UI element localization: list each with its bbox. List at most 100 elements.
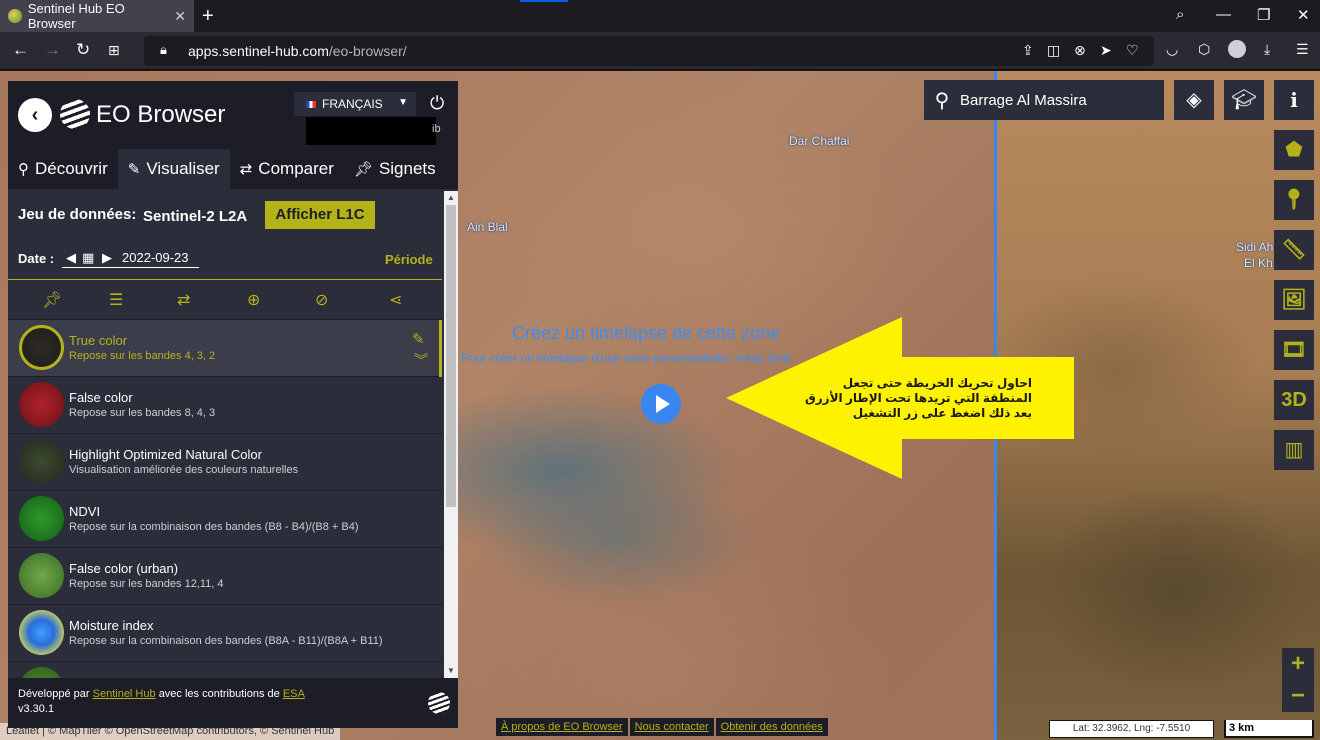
forward-arrow-icon[interactable]: →	[44, 40, 61, 60]
layer-scrollbar[interactable]: ▲ ▼	[444, 191, 458, 678]
url-bar[interactable]: 🔒︎ apps.sentinel-hub.com/eo-browser/ ⇪ ◫…	[144, 36, 1154, 66]
menu-icon[interactable]: ☰	[1296, 41, 1309, 58]
layer-name: NDVI	[69, 504, 101, 519]
calendar-icon[interactable]: ▦	[82, 250, 94, 266]
search-icon: ⚲	[18, 161, 29, 178]
pin-icon[interactable]: 📌︎	[42, 290, 62, 310]
place-marker-button[interactable]: 📍︎	[1274, 180, 1314, 220]
layer-thumbnail	[19, 496, 64, 541]
zoom-out-button[interactable]: −	[1282, 680, 1314, 712]
language-select[interactable]: FRANÇAIS ▼	[294, 92, 416, 116]
timelapse-button[interactable]: 🎞︎	[1274, 330, 1314, 370]
show-l1c-button[interactable]: Afficher L1C	[265, 201, 375, 229]
info-button[interactable]: i	[1274, 80, 1314, 120]
layer-item-ndvi[interactable]: NDVI Repose sur la combinaison des bande…	[8, 491, 442, 548]
grid-icon[interactable]: ⊞	[108, 42, 120, 59]
close-tab-icon[interactable]: ✕	[174, 8, 186, 25]
share-icon[interactable]: ⇪	[1022, 42, 1034, 59]
share-icon[interactable]: ⋖	[389, 290, 402, 310]
browser-tab[interactable]: Sentinel Hub EO Browser ✕	[0, 0, 194, 32]
layer-item-true-color[interactable]: True color Repose sur les bandes 4, 3, 2…	[8, 320, 442, 377]
search-icon: ⚲	[934, 89, 950, 112]
tab-discover[interactable]: ⚲ Découvrir	[8, 149, 118, 189]
scroll-down-icon[interactable]: ▼	[447, 666, 455, 675]
place-label: El Kh	[1244, 256, 1273, 270]
layer-thumbnail	[19, 325, 64, 370]
statistics-button[interactable]: ▥	[1274, 430, 1314, 470]
draw-polygon-button[interactable]: ⬟	[1274, 130, 1314, 170]
chevron-double-down-icon[interactable]: ︾	[414, 350, 428, 370]
selected-indicator	[439, 320, 442, 377]
compare-icon[interactable]: ⇄	[177, 290, 190, 310]
eo-browser-logo-icon	[60, 99, 90, 129]
layer-item-false-color[interactable]: False color Repose sur les bandes 8, 4, …	[8, 377, 442, 434]
new-tab-icon[interactable]: +	[202, 5, 214, 28]
date-value[interactable]: 2022-09-23	[122, 250, 189, 265]
url-text[interactable]: apps.sentinel-hub.com/eo-browser/	[188, 43, 407, 59]
hide-eye-icon[interactable]: ⊘	[315, 290, 328, 310]
get-data-link[interactable]: Obtenir des données	[715, 718, 828, 736]
date-picker[interactable]: ◀ ▦ ▶ 2022-09-23	[62, 248, 199, 268]
cube-icon[interactable]: ⬡	[1198, 41, 1210, 58]
place-label: Ain Blal	[467, 220, 508, 234]
tab-visualize[interactable]: ✎ Visualiser	[117, 149, 230, 189]
layer-name: True color	[69, 333, 128, 348]
location-search-input[interactable]	[960, 91, 1150, 109]
scroll-thumb[interactable]	[446, 205, 456, 507]
pocket-icon[interactable]: ◡	[1166, 41, 1178, 58]
search-icon[interactable]: ⌕	[1176, 6, 1184, 23]
logout-power-icon[interactable]: ⏻	[430, 93, 444, 114]
panel-header: ‹ EO Browser FRANÇAIS ▼ ⏻ ib	[8, 81, 458, 149]
restore-icon[interactable]: ❐	[1257, 6, 1270, 24]
block-icon[interactable]: ⊗	[1074, 42, 1086, 59]
timelapse-play-button[interactable]	[641, 384, 681, 424]
layers-button[interactable]: ◈	[1174, 80, 1214, 120]
layer-item-moisture[interactable]: Moisture index Repose sur la combinaison…	[8, 605, 442, 662]
layer-name: False color (urban)	[69, 561, 179, 576]
send-icon[interactable]: ➤	[1100, 42, 1112, 59]
sentinel-hub-link[interactable]: Sentinel Hub	[93, 688, 156, 700]
back-arrow-icon[interactable]: ←	[12, 40, 29, 60]
layer-description: Repose sur les bandes 12,11, 4	[69, 578, 224, 590]
about-link[interactable]: À propos de EO Browser	[496, 718, 628, 736]
reload-icon[interactable]: ↻	[76, 40, 90, 60]
esa-logo-icon	[428, 692, 450, 714]
download-icon[interactable]: ⤓	[1264, 41, 1270, 58]
sliders-icon[interactable]: ☰	[109, 290, 123, 310]
prev-date-icon[interactable]: ◀	[66, 250, 76, 266]
minimize-icon[interactable]: —	[1216, 6, 1231, 23]
film-icon: 🎞︎	[1281, 339, 1307, 361]
location-search[interactable]: ⚲	[924, 80, 1164, 120]
dataset-label: Jeu de données:	[18, 206, 137, 223]
layer-item-highlight-natural[interactable]: Highlight Optimized Natural Color Visual…	[8, 434, 442, 491]
close-window-icon[interactable]: ✕	[1297, 6, 1310, 24]
measure-button[interactable]: 📏︎	[1274, 230, 1314, 270]
tab-pins[interactable]: 📌︎ Signets	[344, 149, 446, 189]
paintbrush-icon: ✎	[127, 161, 141, 178]
collapse-panel-button[interactable]: ‹	[18, 98, 52, 132]
3d-button[interactable]: 3D	[1274, 380, 1314, 420]
tutorial-button[interactable]: 🎓︎	[1224, 80, 1264, 120]
zoom-in-button[interactable]: +	[1282, 648, 1314, 680]
tab-compare[interactable]: ⇄ Comparer	[230, 149, 344, 189]
download-image-button[interactable]: 🖼︎	[1274, 280, 1314, 320]
period-link[interactable]: Période	[385, 252, 433, 267]
esa-link[interactable]: ESA	[283, 688, 305, 700]
heart-icon[interactable]: ♡	[1126, 42, 1139, 59]
graduation-cap-icon: 🎓︎	[1231, 89, 1257, 111]
edit-icon[interactable]: ✎	[412, 330, 425, 348]
camera-icon[interactable]: ◫	[1047, 42, 1060, 59]
scroll-up-icon[interactable]: ▲	[447, 193, 455, 202]
layer-thumbnail	[19, 667, 64, 678]
dataset-value: Sentinel-2 L2A	[143, 208, 248, 225]
layer-item-urban[interactable]: False color (urban) Repose sur les bande…	[8, 548, 442, 605]
contact-link[interactable]: Nous contacter	[629, 718, 714, 736]
crosshair-icon[interactable]: ⊕	[247, 290, 260, 310]
ruler-icon: 📏︎	[1281, 239, 1307, 261]
account-avatar[interactable]	[1228, 40, 1246, 58]
footer-links: À propos de EO Browser Nous contacter Ob…	[496, 718, 830, 736]
next-date-icon[interactable]: ▶	[102, 250, 112, 266]
layer-thumbnail	[19, 610, 64, 655]
layer-name: False color	[69, 390, 133, 405]
layer-item-partial[interactable]	[8, 662, 442, 678]
